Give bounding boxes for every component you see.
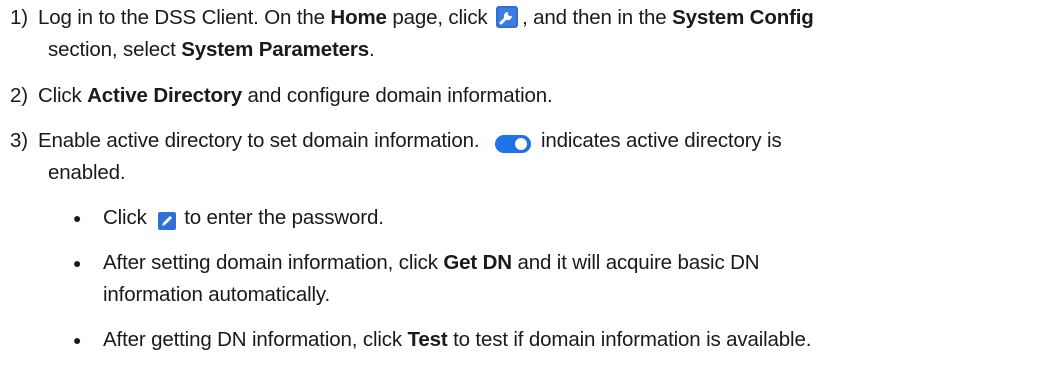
step-text: page, click — [386, 6, 494, 29]
step-number: 1) — [10, 6, 28, 29]
bullet-bold-text: Test — [407, 328, 448, 351]
step-text: and configure domain information. — [242, 84, 553, 107]
step-1-line-2: section, select System Parameters. — [48, 34, 375, 66]
step-text: Enable active directory to set domain in… — [37, 129, 485, 152]
step-text: . — [368, 38, 375, 61]
toggle-on-icon — [494, 131, 531, 153]
bullet-symbol: ● — [73, 332, 82, 348]
bullet-text: After setting domain information, click — [103, 251, 444, 274]
step-text: Log in to the DSS Client. On the — [37, 6, 331, 29]
bullet-bold-text: Get DN — [443, 251, 512, 274]
step-bold-text: System Config — [672, 6, 814, 29]
bullet-text: to test if domain information is availab… — [447, 328, 812, 351]
step-text: , and then in the — [522, 6, 673, 29]
step-text: section, select — [48, 38, 182, 61]
step-2-line: 2) Click Active Directory and configure d… — [0, 80, 553, 112]
step-text: Click — [37, 84, 88, 107]
step-text: indicates active directory is — [540, 129, 782, 152]
step-text: enabled. — [48, 161, 126, 184]
step-bold-text: Active Directory — [87, 84, 242, 107]
bullet-text: Click — [103, 206, 153, 229]
step-1-line-1: 1) Log in to the DSS Client. On the Home … — [0, 2, 814, 34]
pencil-icon — [158, 208, 177, 230]
step-bold-text: Home — [330, 6, 387, 29]
wrench-icon — [496, 5, 519, 28]
step-3-line-1: 3) Enable active directory to set domain … — [0, 125, 782, 157]
bullet-item-2-line-2: information automatically. — [103, 279, 330, 311]
bullet-text: to enter the password. — [184, 206, 384, 229]
step-number: 3) — [10, 129, 28, 152]
step-3-line-2: enabled. — [48, 157, 126, 189]
bullet-text: After getting DN information, click — [103, 328, 408, 351]
bullet-text: information automatically. — [103, 283, 331, 306]
step-number: 2) — [10, 84, 28, 107]
step-bold-text: System Parameters — [181, 38, 369, 61]
bullet-symbol: ● — [73, 255, 82, 271]
bullet-text: and it will acquire basic DN — [511, 251, 760, 274]
bullet-symbol: ● — [73, 210, 82, 226]
